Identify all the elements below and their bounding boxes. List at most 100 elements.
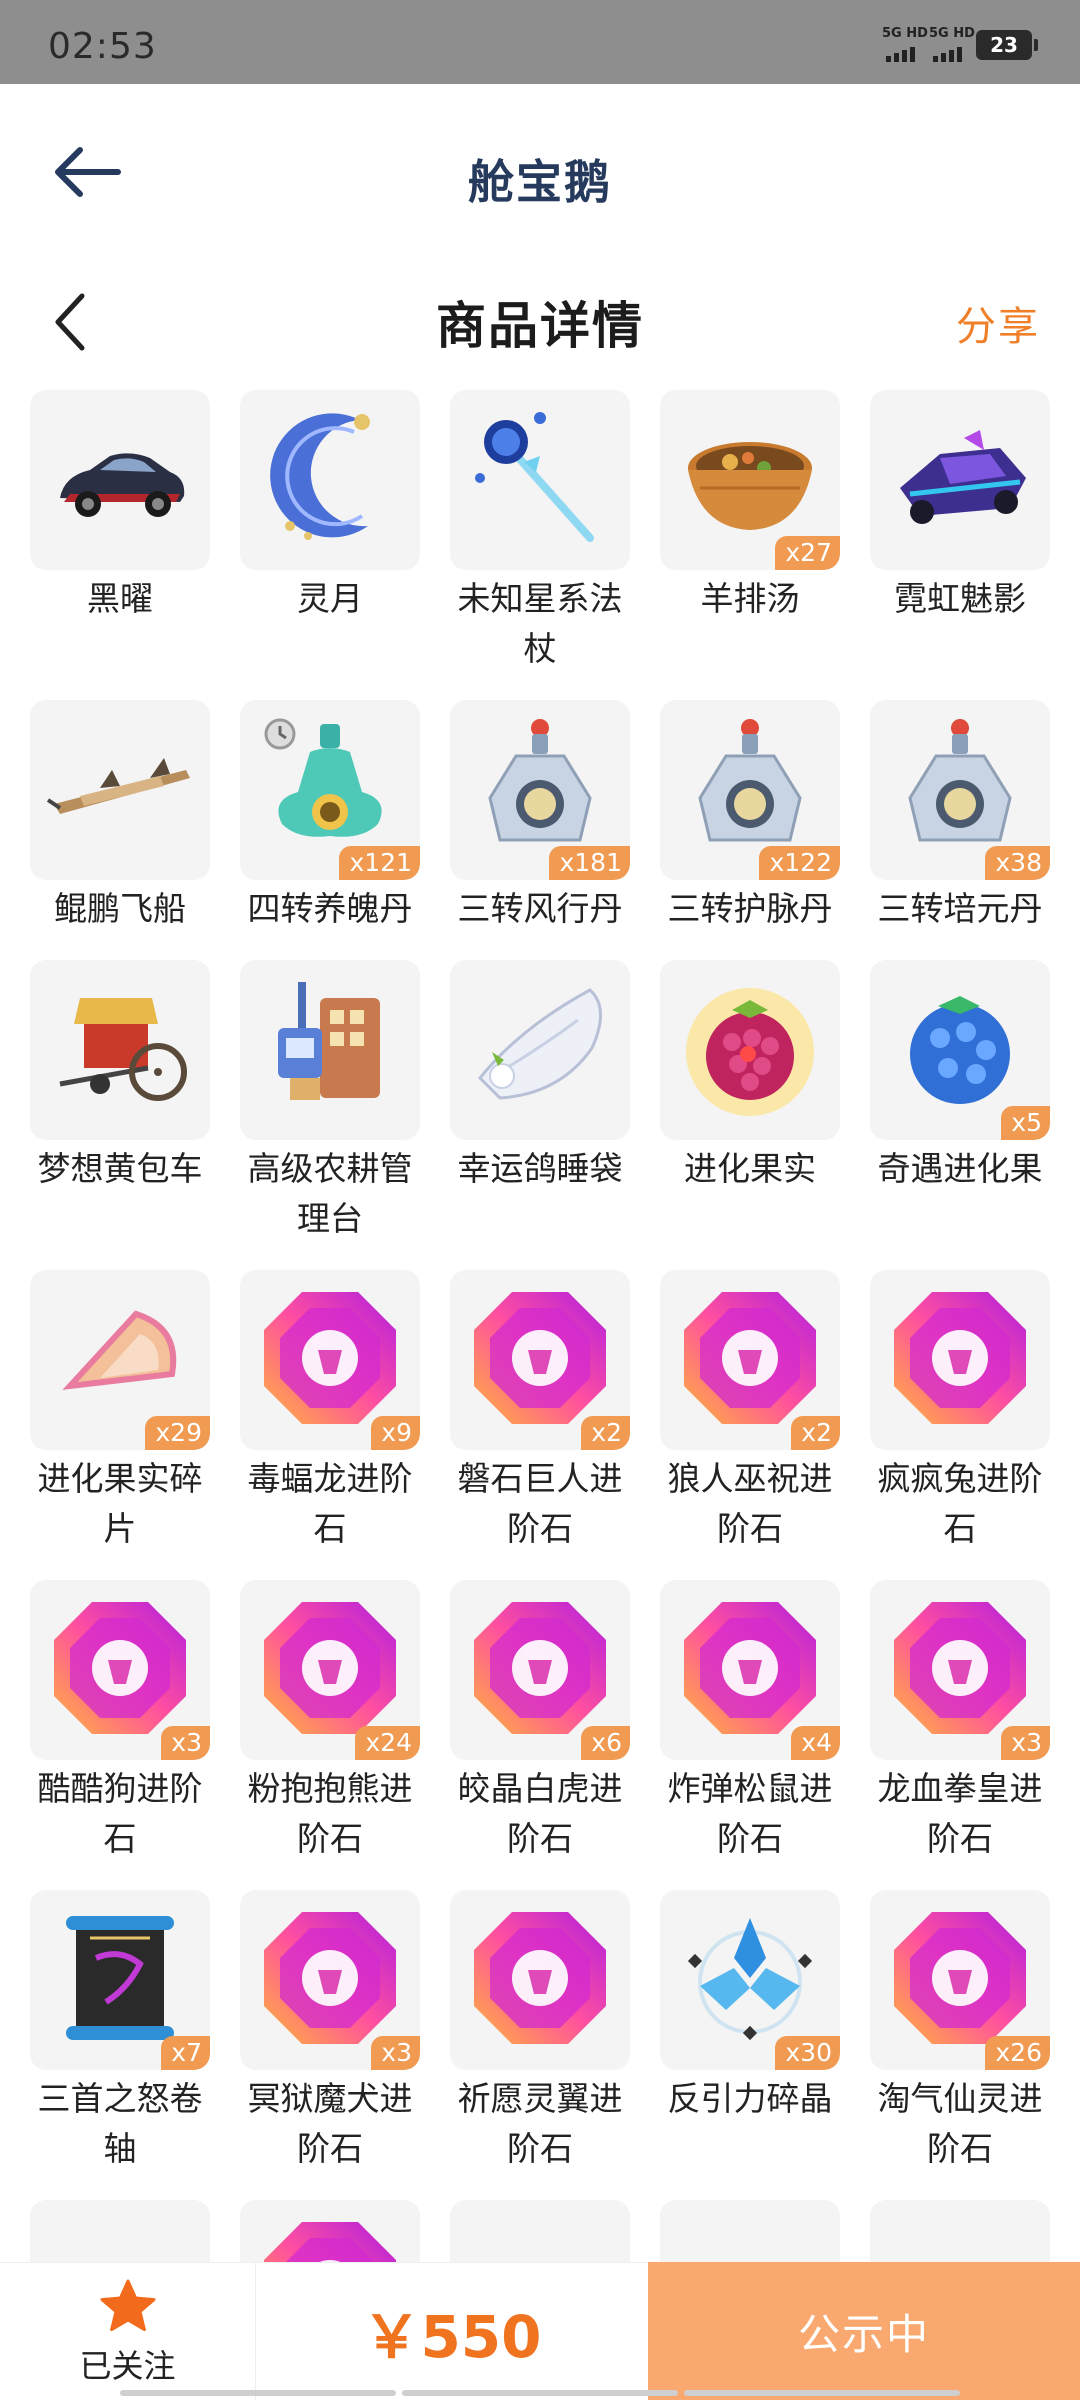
item-name: 三转培元丹 (877, 889, 1043, 928)
item-card[interactable]: x6 皎晶白虎进阶石 (450, 1580, 630, 1890)
quantity-badge: x3 (371, 2036, 420, 2070)
item-thumbnail: x9 (240, 1270, 420, 1450)
quantity-badge: x5 (1001, 1106, 1050, 1140)
item-thumbnail (450, 390, 630, 570)
item-card[interactable]: x27 羊排汤 (660, 390, 840, 700)
star-icon (100, 2279, 155, 2332)
quantity-badge: x7 (161, 2036, 210, 2070)
item-card[interactable]: 祈愿灵翼进阶石 (450, 1890, 630, 2200)
item-card[interactable]: 鲲鹏飞船 (30, 700, 210, 960)
evolution-gem-icon (250, 2208, 410, 2262)
item-name: 四转养魄丹 (247, 889, 413, 928)
item-name: 炸弹松鼠进阶石 (667, 1769, 833, 1858)
item-card[interactable]: 疯疯兔进阶石 (870, 1270, 1050, 1580)
quantity-badge: x3 (1001, 1726, 1050, 1760)
item-name: 疯疯兔进阶石 (877, 1459, 1043, 1548)
item-card[interactable]: x26 淘气仙灵进阶石 (870, 1890, 1050, 2200)
item-card[interactable]: x7 三首之怒卷轴 (30, 1890, 210, 2200)
item-card[interactable]: x30 反引力碎晶 (660, 1890, 840, 2200)
item-card[interactable]: 霓虹魅影 (870, 390, 1050, 700)
item-thumbnail: x2 (660, 1270, 840, 1450)
public-status-button[interactable]: 公示中 (648, 2262, 1080, 2400)
item-thumbnail (450, 1890, 630, 2070)
item-name: 幸运鸽睡袋 (457, 1149, 623, 1188)
cat-figure-icon (670, 2208, 830, 2262)
quantity-badge: x122 (759, 846, 840, 880)
moon-wing-icon (250, 398, 410, 562)
page-title: 商品详情 (436, 297, 644, 355)
item-name: 皎晶白虎进阶石 (457, 1769, 623, 1858)
item-name: 祈愿灵翼进阶石 (457, 2079, 623, 2168)
page-header: 商品详情 分享 (0, 264, 1080, 384)
item-card[interactable]: x24 粉抱抱熊进阶石 (240, 1580, 420, 1890)
item-card[interactable]: x181 三转风行丹 (450, 700, 630, 960)
item-thumbnail: x30 (660, 1890, 840, 2070)
item-name: 毒蝠龙进阶石 (247, 1459, 413, 1548)
item-card[interactable]: 灵月 (240, 390, 420, 700)
item-card[interactable]: 梦想黄包车 (30, 960, 210, 1270)
kart-icon (880, 398, 1040, 562)
pink-creature-icon (880, 2208, 1040, 2262)
item-card[interactable]: x5 奇遇进化果 (870, 960, 1050, 1270)
item-card[interactable]: x2 狼人巫祝进阶石 (660, 1270, 840, 1580)
item-thumbnail: x181 (450, 700, 630, 880)
quantity-badge: x121 (339, 846, 420, 880)
item-card[interactable]: 高级农耕管理台 (240, 960, 420, 1270)
quantity-badge: x27 (775, 536, 840, 570)
quantity-badge: x4 (791, 1726, 840, 1760)
item-thumbnail (240, 2200, 420, 2262)
quantity-badge: x24 (355, 1726, 420, 1760)
dark-item-icon (460, 2208, 620, 2262)
item-thumbnail (240, 960, 420, 1140)
item-card[interactable] (660, 2200, 840, 2262)
item-card[interactable]: x122 三转护脉丹 (660, 700, 840, 960)
network-label: 5G HD (929, 26, 975, 41)
item-thumbnail (30, 390, 210, 570)
item-card[interactable]: x4 炸弹松鼠进阶石 (660, 1580, 840, 1890)
item-name: 霓虹魅影 (894, 579, 1026, 618)
item-card[interactable]: 进化果实 (660, 960, 840, 1270)
item-name: 三转风行丹 (457, 889, 623, 928)
share-button[interactable]: 分享 (956, 294, 1040, 352)
item-thumbnail: x6 (450, 1580, 630, 1760)
home-indicator (120, 2390, 960, 2396)
item-card[interactable]: 未知星系法杖 (450, 390, 630, 700)
item-card[interactable]: x2 磐石巨人进阶石 (450, 1270, 630, 1580)
app-header: 舱宝鹅 (0, 84, 1080, 264)
item-name: 冥狱魔犬进阶石 (247, 2079, 413, 2168)
item-thumbnail: x38 (870, 700, 1050, 880)
network-label: 5G HD (882, 26, 928, 41)
item-thumbnail (30, 960, 210, 1140)
item-name: 奇遇进化果 (877, 1149, 1043, 1188)
item-card[interactable] (450, 2200, 630, 2262)
item-card[interactable]: 黑曜 (30, 390, 210, 700)
item-card[interactable] (870, 2200, 1050, 2262)
follow-label: 已关注 (79, 2347, 176, 2385)
item-thumbnail (870, 390, 1050, 570)
item-grid-viewport[interactable]: 黑曜 灵月 未知星系法杖 x27 羊排汤 霓虹魅影鲲鹏飞船 x121 四转养魄丹 x181 三转风… (0, 390, 1080, 2262)
item-card[interactable]: x3 酷酷狗进阶石 (30, 1580, 210, 1890)
quantity-badge: x6 (581, 1726, 630, 1760)
item-name: 高级农耕管理台 (247, 1149, 413, 1238)
quantity-badge: x2 (791, 1416, 840, 1450)
item-card[interactable] (240, 2200, 420, 2262)
item-card[interactable]: x9 毒蝠龙进阶石 (240, 1270, 420, 1580)
item-card[interactable]: x29 进化果实碎片 (30, 1270, 210, 1580)
item-thumbnail (870, 1270, 1050, 1450)
item-name: 三首之怒卷轴 (37, 2079, 203, 2168)
item-name: 灵月 (297, 579, 363, 618)
item-grid: 黑曜 灵月 未知星系法杖 x27 羊排汤 霓虹魅影鲲鹏飞船 x121 四转养魄丹 x181 三转风… (0, 390, 1080, 2262)
item-thumbnail (870, 2200, 1050, 2262)
item-card[interactable]: x3 龙血拳皇进阶石 (870, 1580, 1050, 1890)
status-bar: 02:53 5G HD 5G HD 23 (0, 0, 1080, 84)
follow-button[interactable]: 已关注 (0, 2262, 256, 2400)
item-thumbnail: x121 (240, 700, 420, 880)
raspberry-icon (670, 968, 830, 1132)
price: ￥550 (256, 2262, 648, 2400)
item-card[interactable]: x38 三转培元丹 (870, 700, 1050, 960)
item-card[interactable]: x3 冥狱魔犬进阶石 (240, 1890, 420, 2200)
item-card[interactable]: 幸运鸽睡袋 (450, 960, 630, 1270)
item-card[interactable]: x121 四转养魄丹 (240, 700, 420, 960)
item-thumbnail: x27 (660, 390, 840, 570)
item-card[interactable] (30, 2200, 210, 2262)
